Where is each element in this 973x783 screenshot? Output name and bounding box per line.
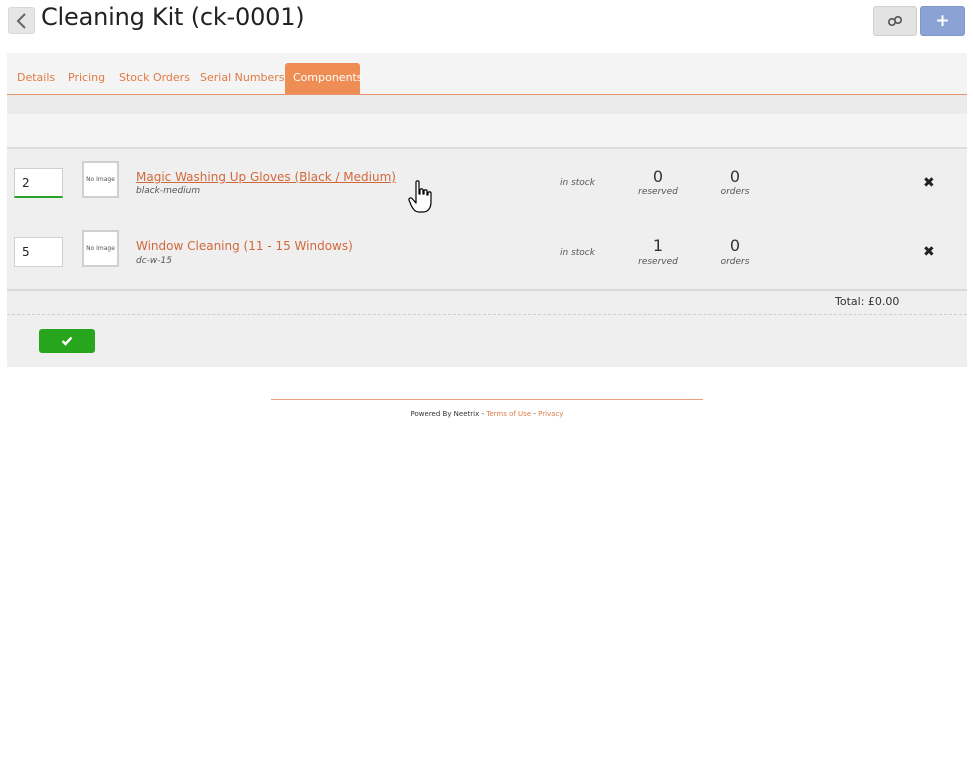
total-amount: Total: £0.00 [835, 295, 900, 308]
reserved-label: reserved [638, 257, 678, 267]
tab-bar: Details Pricing Stock Orders Serial Numb… [7, 53, 967, 95]
toolbar-band [7, 95, 967, 114]
privacy-link[interactable]: Privacy [538, 410, 563, 418]
stock-status: in stock [560, 178, 595, 188]
component-name-link[interactable]: Window Cleaning (11 - 15 Windows) [136, 239, 353, 253]
reserved-label: reserved [638, 187, 678, 197]
quantity-input[interactable] [14, 237, 63, 267]
components-list: No Image Magic Washing Up Gloves (Black … [7, 149, 967, 291]
table-header [7, 114, 967, 149]
tab-components[interactable]: Components [285, 63, 363, 94]
back-button[interactable] [8, 7, 35, 34]
product-thumbnail: No Image [82, 161, 119, 198]
quantity-input[interactable] [14, 168, 63, 198]
orders-count: 0 [729, 167, 741, 186]
tab-serial-numbers[interactable]: Serial Numbers [192, 64, 293, 94]
remove-icon[interactable]: ✖ [923, 244, 935, 260]
chevron-left-icon [16, 12, 26, 29]
checkmark-icon [61, 336, 73, 346]
reserved-count: 1 [652, 236, 664, 255]
tab-stock-orders[interactable]: Stock Orders [111, 64, 198, 94]
add-button[interactable]: + [920, 6, 965, 36]
footer: Powered By Neetrix - Terms of Use - Priv… [271, 410, 703, 418]
link-button[interactable] [873, 6, 917, 36]
orders-label: orders [720, 257, 750, 267]
orders-label: orders [720, 187, 750, 197]
terms-link[interactable]: Terms of Use [486, 410, 531, 418]
powered-by-text: Powered By Neetrix [410, 410, 480, 418]
plus-icon: + [935, 11, 950, 31]
page-title: Cleaning Kit (ck-0001) [41, 3, 305, 31]
remove-icon[interactable]: ✖ [923, 175, 935, 191]
tab-pricing[interactable]: Pricing [60, 64, 113, 94]
total-row: Total: £0.00 [7, 291, 967, 315]
tab-details[interactable]: Details [9, 64, 63, 94]
list-item: No Image Magic Washing Up Gloves (Black … [7, 149, 967, 219]
product-thumbnail: No Image [82, 230, 119, 267]
list-item: No Image Window Cleaning (11 - 15 Window… [7, 219, 967, 289]
orders-count: 0 [729, 236, 741, 255]
chain-link-icon [887, 15, 903, 27]
footer-divider [271, 399, 703, 400]
component-name-link[interactable]: Magic Washing Up Gloves (Black / Medium) [136, 170, 396, 184]
save-button[interactable] [39, 329, 95, 353]
form-actions [7, 315, 967, 367]
component-sku: black-medium [136, 186, 201, 196]
component-sku: dc-w-15 [136, 256, 172, 266]
hand-cursor-icon [408, 180, 432, 213]
stock-status: in stock [560, 248, 595, 258]
reserved-count: 0 [652, 167, 664, 186]
